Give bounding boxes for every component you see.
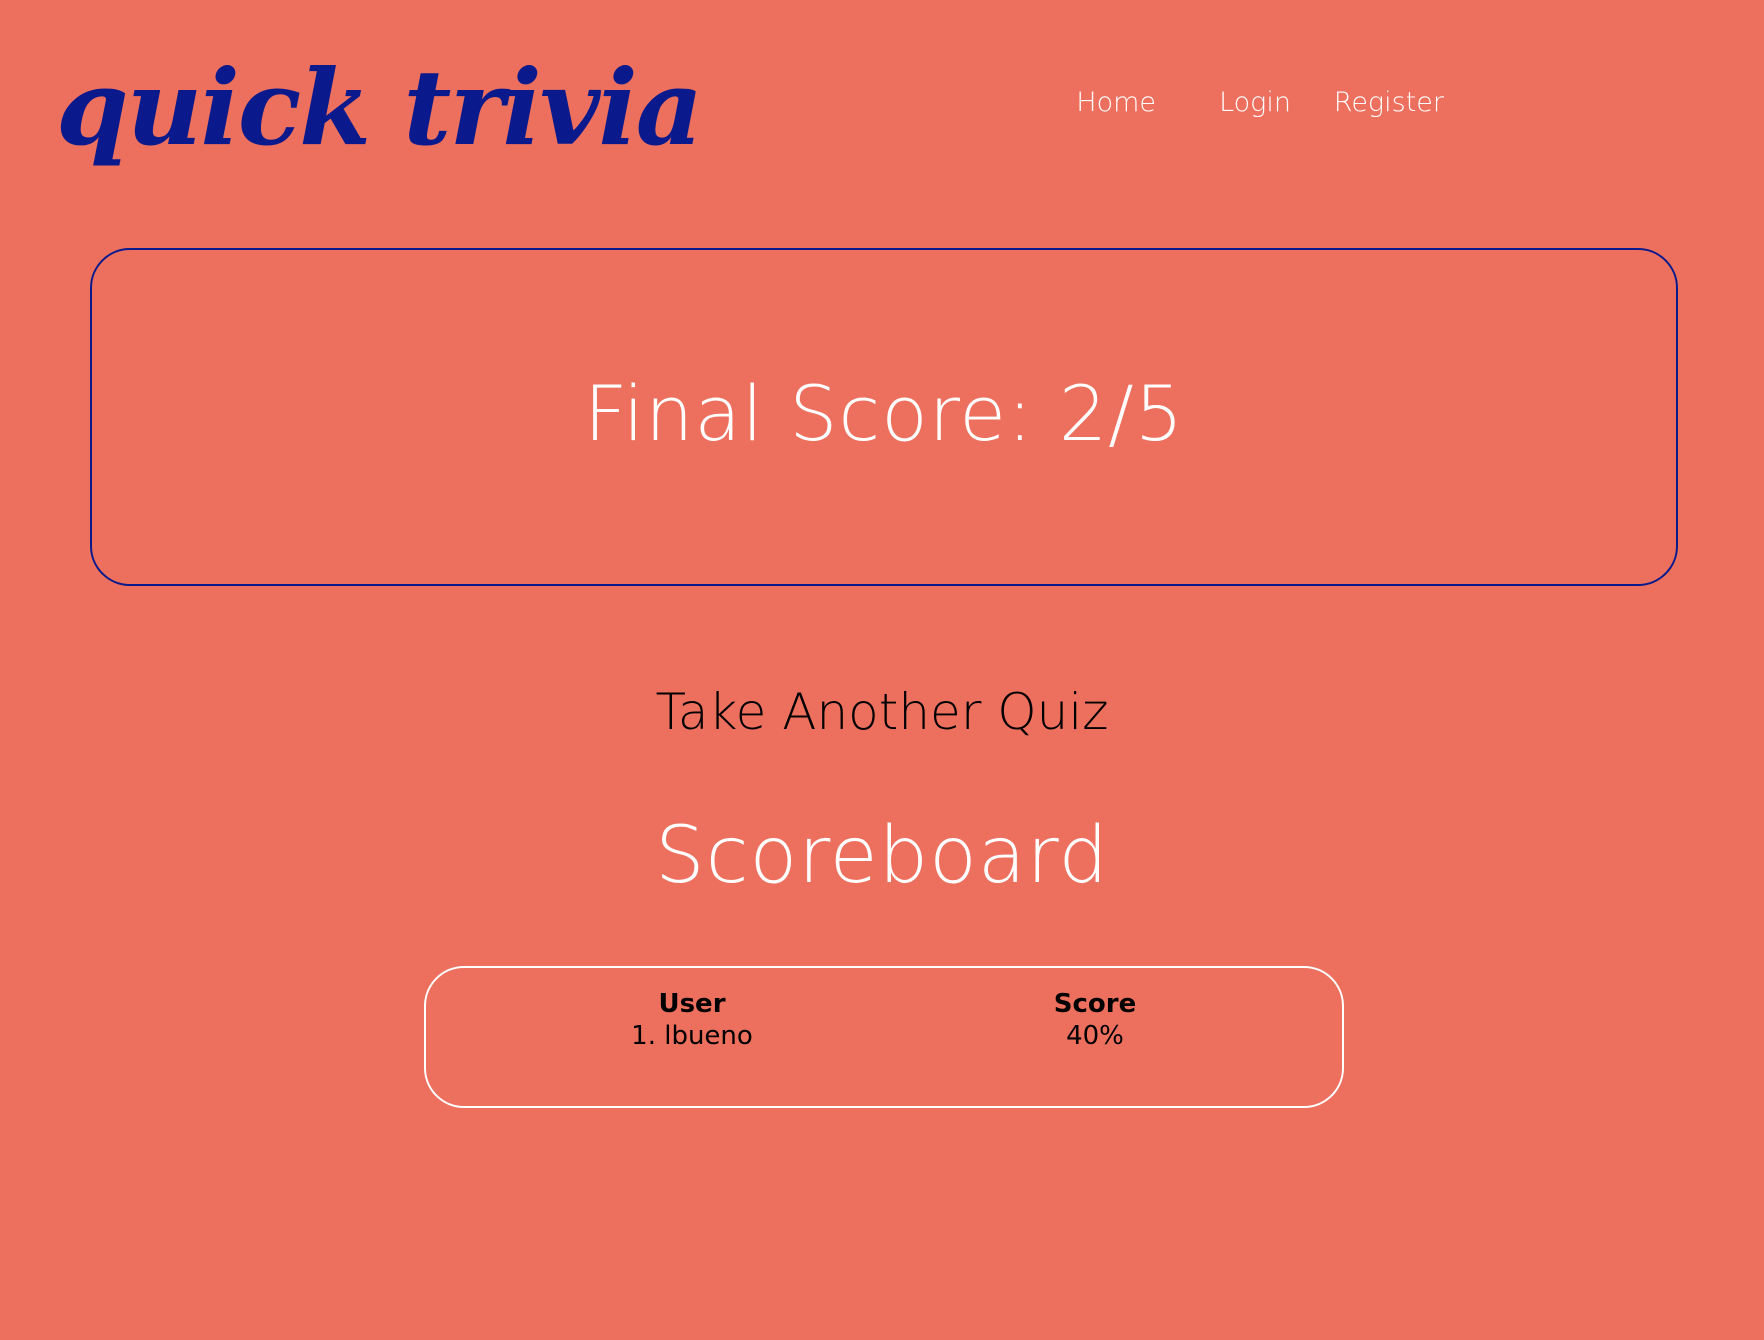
take-another-quiz-link[interactable]: Take Another Quiz — [0, 676, 1764, 748]
site-logo[interactable]: quick trivia — [56, 48, 703, 168]
nav-login-link[interactable]: Login — [1219, 87, 1291, 118]
score-column-header: Score — [1053, 989, 1137, 1019]
user-column-header: User — [658, 989, 726, 1019]
score-column: Score 40% — [945, 988, 1245, 1052]
user-column: User 1. lbueno — [542, 988, 842, 1052]
scoreboard-title: Scoreboard — [655, 811, 1109, 901]
nav-register-link[interactable]: Register — [1334, 87, 1444, 118]
scoreboard-row-user: 1. lbueno — [631, 1021, 753, 1051]
final-score-text: Final Score: 2/5 — [583, 368, 1185, 458]
nav-home-link[interactable]: Home — [1076, 87, 1156, 118]
final-score-card: Final Score: 2/5 — [90, 248, 1678, 586]
scoreboard-table: User 1. lbueno Score 40% — [424, 966, 1344, 1108]
scoreboard-row-score: 40% — [1066, 1021, 1124, 1051]
